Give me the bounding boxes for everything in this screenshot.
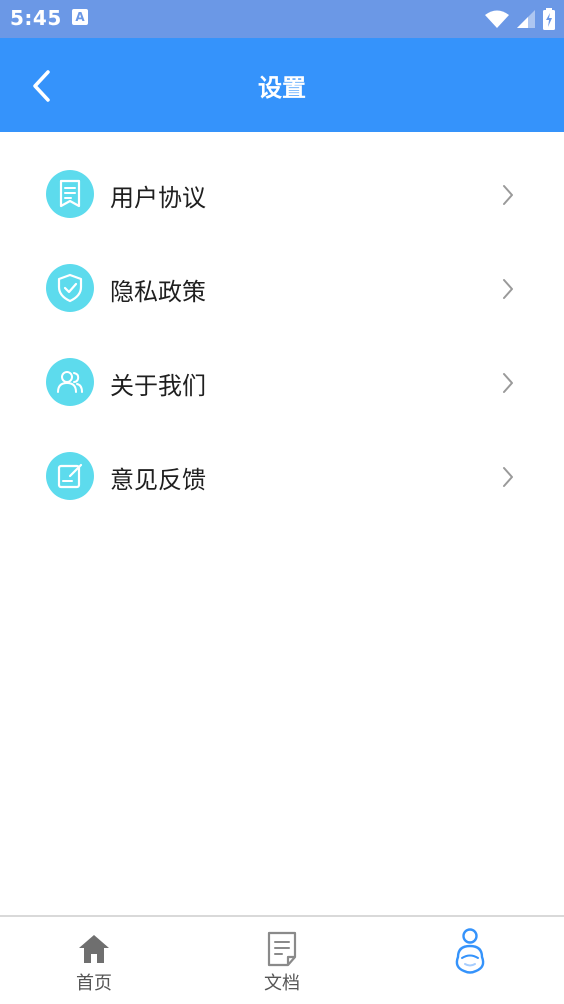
menu-item-label: 意见反馈	[110, 465, 206, 494]
home-icon	[74, 929, 114, 969]
profile-avatar-icon	[448, 927, 492, 979]
battery-charging-icon	[543, 8, 555, 30]
wifi-icon	[485, 10, 509, 28]
shield-check-icon	[46, 264, 94, 312]
menu-item-label: 用户协议	[110, 183, 206, 212]
cell-signal-icon	[517, 10, 535, 28]
chevron-left-icon	[33, 70, 50, 102]
nav-item-profile[interactable]	[376, 917, 564, 1004]
status-time: 5:45	[10, 6, 62, 30]
chevron-right-icon	[498, 371, 518, 395]
nav-item-home[interactable]: 首页	[0, 917, 188, 1004]
menu-item-user-agreement[interactable]: 用户协议	[0, 155, 564, 235]
nav-item-documents[interactable]: 文档	[188, 917, 376, 1004]
status-badge-letter: A	[75, 10, 85, 24]
users-icon	[46, 358, 94, 406]
menu-item-feedback[interactable]: 意见反馈	[0, 437, 564, 517]
a-notification-icon: A	[72, 9, 88, 25]
bottom-nav: 首页 文档	[0, 915, 564, 1004]
header-bar: 设置	[0, 38, 564, 132]
chevron-right-icon	[498, 277, 518, 301]
status-icons	[484, 6, 556, 32]
nav-item-label: 首页	[76, 973, 112, 994]
back-button[interactable]	[22, 66, 62, 106]
document-icon	[262, 929, 302, 969]
menu-item-label: 关于我们	[110, 371, 206, 400]
chevron-right-icon	[498, 465, 518, 489]
menu-item-label: 隐私政策	[110, 277, 206, 306]
menu-item-privacy-policy[interactable]: 隐私政策	[0, 249, 564, 329]
nav-item-label: 文档	[264, 973, 300, 994]
chevron-right-icon	[498, 183, 518, 207]
document-bookmark-icon	[46, 170, 94, 218]
page-title: 设置	[258, 73, 306, 102]
menu-item-about-us[interactable]: 关于我们	[0, 343, 564, 423]
feedback-edit-icon	[46, 452, 94, 500]
status-bar: 5:45 A	[0, 0, 564, 38]
